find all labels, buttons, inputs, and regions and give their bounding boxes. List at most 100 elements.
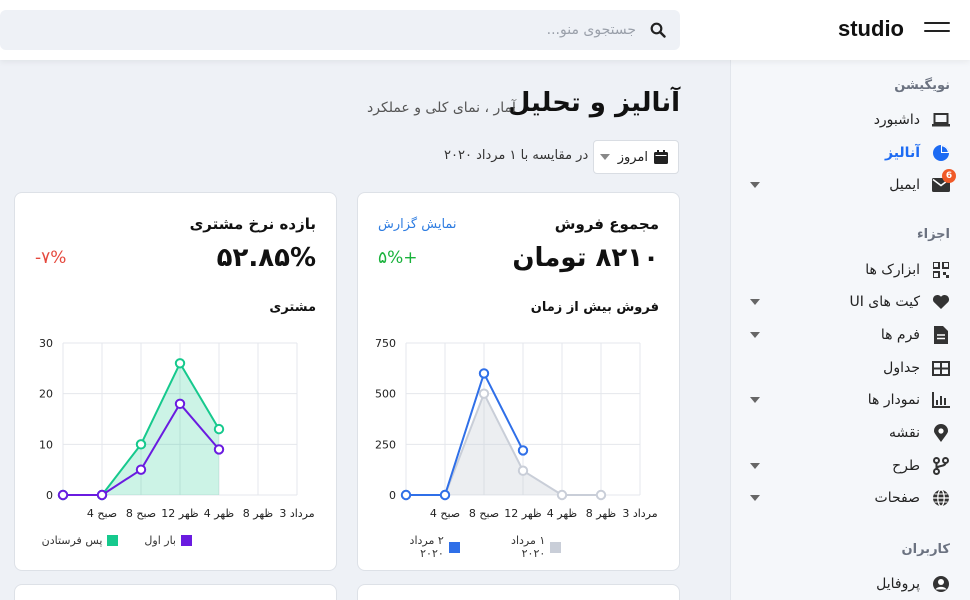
sidebar-item-label: ابزارک ها	[865, 262, 920, 278]
x-tick-label: 4 صبح	[430, 507, 460, 520]
heart-icon	[932, 293, 950, 311]
legend-swatch	[107, 535, 119, 546]
data-point	[57, 489, 69, 501]
sidebar-item-label: پروفایل	[876, 576, 920, 592]
sidebar-item-label: ایمیل	[889, 177, 920, 193]
y-tick-label: 20	[39, 388, 53, 401]
sidebar: نویگیشن داشبورد آنالیز 6 ایمیل اجزاء ابز…	[730, 60, 970, 600]
bottom-card-right	[357, 584, 680, 600]
chevron-down-icon[interactable]	[750, 495, 760, 501]
sidebar-item-layout[interactable]: طرح	[750, 452, 950, 480]
y-tick-label: 250	[375, 438, 396, 451]
search-icon[interactable]	[650, 22, 666, 38]
x-tick-label: 4 ظهر	[547, 507, 578, 520]
chevron-down-icon[interactable]	[750, 299, 760, 305]
x-tick-label: 3 مرداد	[622, 507, 657, 520]
x-tick-label: 3 مرداد	[279, 507, 314, 520]
section-components: اجزاء	[916, 227, 950, 242]
customer-chart: 0 10 20 30 4 صبح 8 صبح 12 ظهر 4 ظهر 8 ظهر 3 مرداد	[39, 337, 315, 520]
x-tick-label: 12 ظهر	[161, 507, 199, 520]
qr-grid-icon	[932, 261, 950, 279]
sidebar-item-ui-kits[interactable]: کیت های UI	[750, 288, 950, 316]
y-tick-label: 0	[389, 489, 396, 502]
globe-icon	[932, 489, 950, 507]
sales-chart-legend: ۱ مرداد ۲۰۲۰ ۲ مرداد ۲۰۲۰	[358, 534, 561, 560]
data-point	[439, 489, 451, 501]
laptop-icon	[932, 111, 950, 129]
y-tick-label: 500	[375, 388, 396, 401]
x-tick-label: 12 ظهر	[504, 507, 542, 520]
x-tick-label: 4 صبح	[87, 507, 117, 520]
sidebar-item-charts[interactable]: نمودار ها	[750, 386, 950, 414]
sidebar-item-analytics[interactable]: آنالیز	[750, 139, 950, 167]
sidebar-item-label: کیت های UI	[849, 294, 920, 310]
sidebar-item-label: نقشه	[889, 425, 920, 441]
hamburger-menu-icon[interactable]	[924, 22, 950, 38]
bar-chart-icon	[932, 391, 950, 409]
map-pin-icon	[932, 424, 950, 442]
section-navigation: نویگیشن	[894, 78, 950, 93]
legend-swatch	[448, 541, 460, 553]
data-point	[556, 489, 568, 501]
view-report-link[interactable]: نمایش گزارش	[378, 217, 457, 232]
sales-total-value: ۸۲۱۰ تومان	[512, 243, 659, 273]
sidebar-item-label: طرح	[892, 458, 920, 474]
sidebar-item-profile[interactable]: پروفایل	[750, 570, 950, 598]
y-tick-label: 0	[46, 489, 53, 502]
chart-title: فروش بیش از زمان	[530, 300, 659, 315]
chevron-down-icon	[599, 154, 610, 160]
legend-item: ۲ مرداد ۲۰۲۰	[384, 534, 460, 560]
data-point	[174, 398, 186, 410]
data-point	[517, 465, 529, 476]
chevron-down-icon[interactable]	[750, 397, 760, 403]
chevron-down-icon[interactable]	[750, 182, 760, 188]
sales-card: مجموع فروش نمایش گزارش ۸۲۱۰ تومان +۵% فر…	[357, 192, 680, 571]
legend-label: بار اول	[144, 534, 176, 547]
file-icon	[932, 326, 950, 344]
x-tick-label: 8 ظهر	[586, 507, 617, 520]
mail-icon: 6	[932, 169, 956, 194]
email-count-badge: 6	[942, 169, 956, 183]
sidebar-item-map[interactable]: نقشه	[750, 419, 950, 447]
search-box	[0, 10, 680, 50]
customer-change: ۷%-	[35, 248, 67, 268]
sidebar-item-dashboard[interactable]: داشبورد	[750, 106, 950, 134]
table-icon	[932, 359, 950, 377]
y-tick-label: 10	[39, 438, 53, 451]
legend-item: پس فرستادن	[42, 534, 119, 547]
legend-swatch	[181, 535, 192, 546]
data-point	[174, 358, 186, 369]
y-tick-label: 750	[375, 337, 396, 350]
data-point	[478, 388, 490, 399]
legend-item: ۱ مرداد ۲۰۲۰	[486, 534, 561, 560]
sidebar-item-tables[interactable]: جداول	[750, 354, 950, 382]
chevron-down-icon[interactable]	[750, 463, 760, 469]
brand-logo[interactable]: studio	[838, 16, 904, 42]
page-subtitle: آمار ، نمای کلی و عملکرد	[367, 100, 516, 116]
compare-text: در مقایسه با ۱ مرداد ۲۰۲۰	[444, 148, 589, 163]
sidebar-item-forms[interactable]: فرم ها	[750, 321, 950, 349]
search-input[interactable]	[12, 10, 636, 50]
x-tick-label: 4 ظهر	[204, 507, 235, 520]
chevron-down-icon[interactable]	[750, 332, 760, 338]
data-point	[213, 423, 225, 435]
data-point	[96, 489, 108, 501]
customer-card: بازده نرخ مشتری ۵۲.۸۵% ۷%- مشتری 0 10 20 30…	[14, 192, 337, 571]
data-point	[478, 368, 490, 379]
data-point	[595, 489, 607, 501]
top-bar: studio	[0, 0, 970, 60]
sidebar-item-label: فرم ها	[880, 327, 920, 343]
sidebar-item-widgets[interactable]: ابزارک ها	[750, 256, 950, 284]
chart-title: مشتری	[269, 300, 316, 315]
customer-chart-legend: بار اول پس فرستادن	[16, 534, 192, 547]
sidebar-item-label: نمودار ها	[867, 392, 920, 408]
sidebar-item-pages[interactable]: صفحات	[750, 484, 950, 512]
legend-swatch	[550, 541, 561, 553]
data-point	[517, 445, 529, 456]
data-point	[135, 439, 147, 450]
card-title: مجموع فروش	[554, 215, 659, 233]
customer-rate-value: ۵۲.۸۵%	[216, 243, 316, 273]
sidebar-item-email[interactable]: 6 ایمیل	[750, 169, 956, 199]
date-range-select[interactable]: امروز	[593, 140, 679, 174]
data-point	[135, 464, 147, 475]
